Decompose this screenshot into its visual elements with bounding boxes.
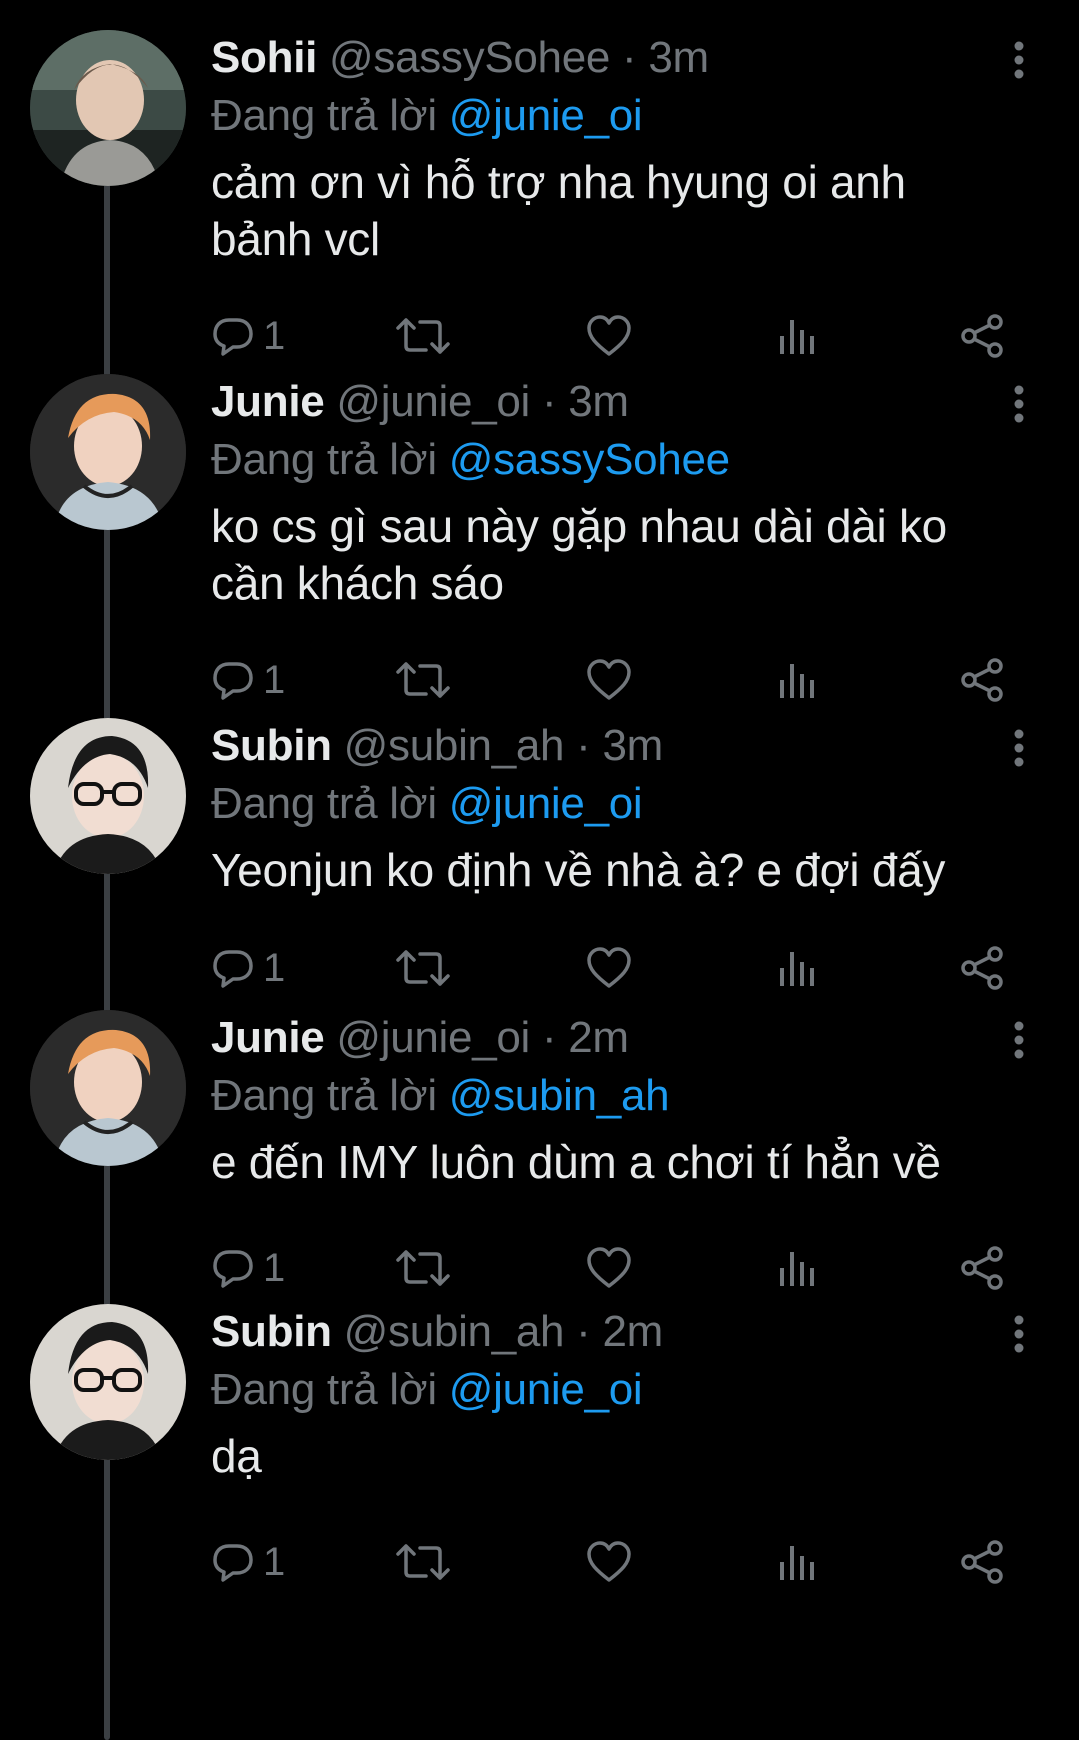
tweet-text: cảm ơn vì hỗ trợ nha hyung oi anh bảnh v… [211,156,906,265]
more-options-button[interactable] [999,1020,1039,1060]
tweet-content: Junie @junie_oi · 2m Đang trả lời @subin… [211,1008,1011,1191]
more-options-button[interactable] [999,40,1039,80]
tweet[interactable]: Sohii @sassySohee · 3m Đang trả lời @jun… [0,0,1079,380]
tweet-text: Yeonjun ko định về nhà à? e đợi đấy [211,844,946,896]
user-handle[interactable]: @subin_ah [344,721,565,770]
timestamp[interactable]: 3m [568,377,629,426]
avatar-photo-junie [30,374,186,530]
separator-dot: · [541,377,557,426]
user-handle[interactable]: @junie_oi [336,1013,530,1062]
tweet-actions: 1 [211,1537,1021,1587]
display-name[interactable]: Junie [211,1013,325,1062]
display-name[interactable]: Sohii [211,33,317,82]
heart-icon [587,1541,631,1582]
tweet-header: Junie @junie_oi · 2m [211,1008,1011,1068]
avatar-photo-subin [30,1304,186,1460]
user-handle[interactable]: @subin_ah [344,1307,565,1356]
replying-to-mention[interactable]: @subin_ah [449,1071,670,1120]
like-button[interactable] [586,1537,632,1587]
replying-to: Đang trả lời @subin_ah [211,1068,1011,1124]
more-options-button[interactable] [999,1314,1039,1354]
separator-dot: · [622,33,637,82]
separator-dot: · [541,1013,557,1062]
tweet-content: Subin @subin_ah · 3m Đang trả lời @junie… [211,716,1011,899]
avatar[interactable] [30,1304,186,1460]
reply-thread: Sohii @sassySohee · 3m Đang trả lời @jun… [0,0,1079,1740]
more-options-button[interactable] [999,728,1039,768]
replying-to-mention[interactable]: @junie_oi [449,1365,643,1414]
tweet[interactable]: Subin @subin_ah · 2m Đang trả lời @junie… [0,1274,1079,1654]
tweet-content: Subin @subin_ah · 2m Đang trả lời @junie… [211,1302,1011,1485]
replying-to-label: Đang trả lời [211,779,437,828]
more-vertical-icon [1014,385,1024,423]
tweet-content: Junie @junie_oi · 3m Đang trả lời @sassy… [211,372,1011,612]
timestamp[interactable]: 2m [602,1307,663,1356]
views-button[interactable] [778,1537,818,1587]
tweet-text: ko cs gì sau này gặp nhau dài dài ko cần… [211,500,947,609]
replying-to: Đang trả lời @junie_oi [211,776,1011,832]
timestamp[interactable]: 3m [648,33,709,82]
share-button[interactable] [959,1537,1005,1587]
tweet-text: e đến IMY luôn dùm a chơi tí hẳn về [211,1136,941,1188]
reply-button[interactable]: 1 [211,1537,285,1587]
share-icon [961,1540,1003,1584]
tweet-header: Subin @subin_ah · 3m [211,716,1011,776]
more-vertical-icon [1014,41,1024,79]
tweet[interactable]: Junie @junie_oi · 3m Đang trả lời @sassy… [0,344,1079,724]
replying-to-mention[interactable]: @junie_oi [449,779,643,828]
separator-dot: · [576,1307,591,1356]
replying-to-mention[interactable]: @sassySohee [449,435,730,484]
display-name[interactable]: Subin [211,1307,332,1356]
timestamp[interactable]: 2m [568,1013,629,1062]
more-vertical-icon [1014,1315,1024,1353]
avatar[interactable] [30,30,186,186]
reply-count: 1 [263,1540,286,1584]
tweet-text: dạ [211,1430,262,1482]
replying-to-label: Đang trả lời [211,435,437,484]
avatar-photo-sohii [30,30,186,186]
user-handle[interactable]: @sassySohee [329,33,610,82]
tweet-header: Sohii @sassySohee · 3m [211,28,1011,88]
separator-dot: · [576,721,591,770]
display-name[interactable]: Subin [211,721,332,770]
replying-to: Đang trả lời @junie_oi [211,88,1011,144]
avatar[interactable] [30,374,186,530]
display-name[interactable]: Junie [211,377,325,426]
avatar-photo-junie [30,1010,186,1166]
more-options-button[interactable] [999,384,1039,424]
replying-to-label: Đang trả lời [211,91,437,140]
avatar[interactable] [30,718,186,874]
replying-to-label: Đang trả lời [211,1071,437,1120]
retweet-button[interactable] [396,1537,450,1587]
reply-icon [213,1544,253,1582]
avatar[interactable] [30,1010,186,1166]
retweet-icon [396,1544,450,1580]
analytics-icon [780,1546,814,1580]
replying-to-label: Đang trả lời [211,1365,437,1414]
more-vertical-icon [1014,729,1024,767]
avatar-photo-subin [30,718,186,874]
tweet-header: Junie @junie_oi · 3m [211,372,1011,432]
replying-to-mention[interactable]: @junie_oi [449,91,643,140]
timestamp[interactable]: 3m [602,721,663,770]
user-handle[interactable]: @junie_oi [336,377,530,426]
tweet-header: Subin @subin_ah · 2m [211,1302,1011,1362]
replying-to: Đang trả lời @junie_oi [211,1362,1011,1418]
replying-to: Đang trả lời @sassySohee [211,432,1011,488]
more-vertical-icon [1014,1021,1024,1059]
tweet-content: Sohii @sassySohee · 3m Đang trả lời @jun… [211,28,1011,268]
